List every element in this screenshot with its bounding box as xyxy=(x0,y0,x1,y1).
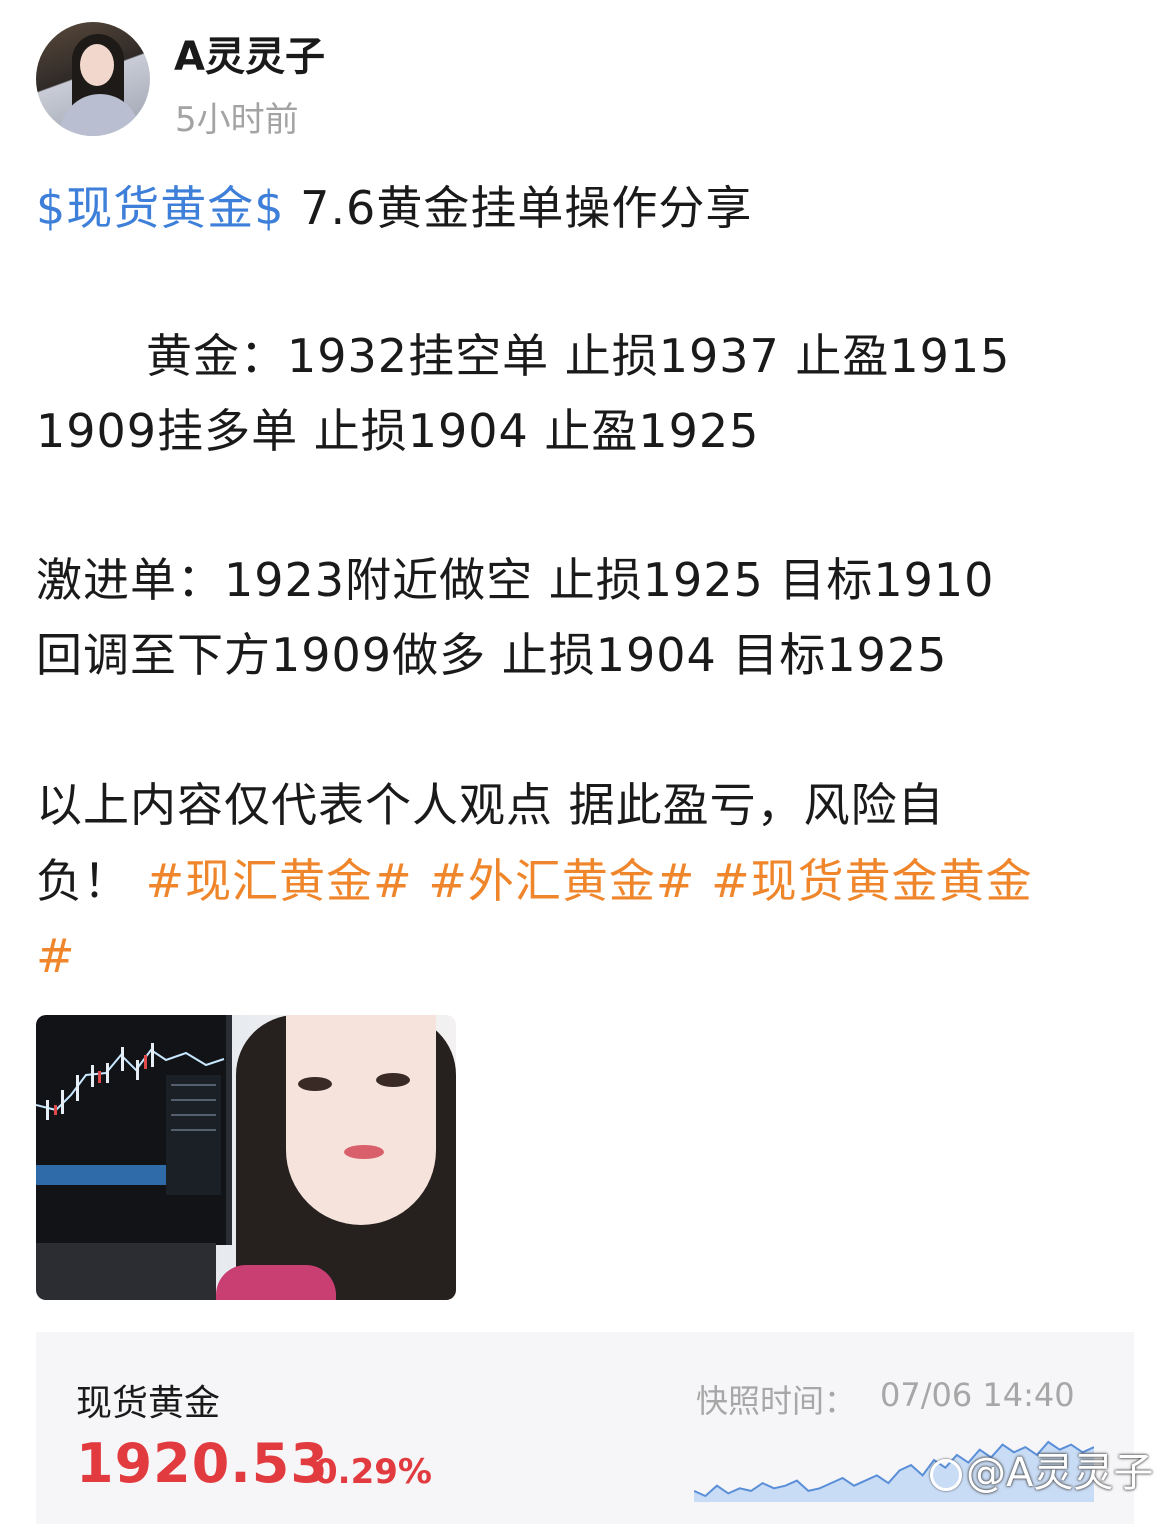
stock-tag-link[interactable]: $现货黄金$ xyxy=(36,181,285,235)
snapshot-time: 07/06 14:40 xyxy=(880,1376,1075,1414)
post-image[interactable] xyxy=(36,1015,456,1300)
person-face xyxy=(286,1015,436,1225)
eye-left xyxy=(298,1077,332,1091)
post-line-6: 负！ #现汇黄金# #外汇黄金# #现货黄金黄金 xyxy=(36,851,1033,911)
post-line-6-prefix: 负！ xyxy=(36,854,130,908)
monitor-chart-image xyxy=(36,1015,232,1245)
watermark: @A灵灵子 xyxy=(930,1440,1153,1498)
hashtag-link-end[interactable]: # xyxy=(36,926,76,986)
quote-price: 1920.53 xyxy=(76,1432,329,1495)
eye-right xyxy=(376,1073,410,1087)
quote-name: 现货黄金 xyxy=(76,1383,221,1424)
weibo-logo-icon xyxy=(930,1459,962,1491)
keyboard-image xyxy=(36,1243,216,1300)
lips xyxy=(344,1145,384,1159)
snapshot-label: 快照时间： xyxy=(696,1382,857,1420)
avatar[interactable] xyxy=(36,22,150,136)
post-title: 7.6黄金挂单操作分享 xyxy=(300,181,753,235)
hashtag-link[interactable]: #现汇黄金# xyxy=(146,854,413,908)
post-title-line: $现货黄金$ 7.6黄金挂单操作分享 xyxy=(36,178,752,238)
post-line-4: 回调至下方1909做多 止损1904 目标1925 xyxy=(36,628,948,682)
post-line-1: 黄金：1932挂空单 止损1937 止盈1915 xyxy=(146,329,1011,383)
post-time: 5小时前 xyxy=(175,100,299,140)
post-line-3: 激进单：1923附近做空 止损1925 目标1910 xyxy=(36,553,995,607)
shirt xyxy=(216,1265,336,1300)
post-line-2: 1909挂多单 止损1904 止盈1925 xyxy=(36,404,760,458)
author-name[interactable]: A灵灵子 xyxy=(174,24,325,82)
hashtag-link[interactable]: #现货黄金黄金 xyxy=(711,854,1033,908)
quote-change: 0.29% xyxy=(314,1452,432,1492)
hashtag-link[interactable]: #外汇黄金# xyxy=(428,854,695,908)
watermark-text: @A灵灵子 xyxy=(966,1450,1154,1496)
post-line-5: 以上内容仅代表个人观点 据此盈亏，风险自 xyxy=(36,778,945,832)
